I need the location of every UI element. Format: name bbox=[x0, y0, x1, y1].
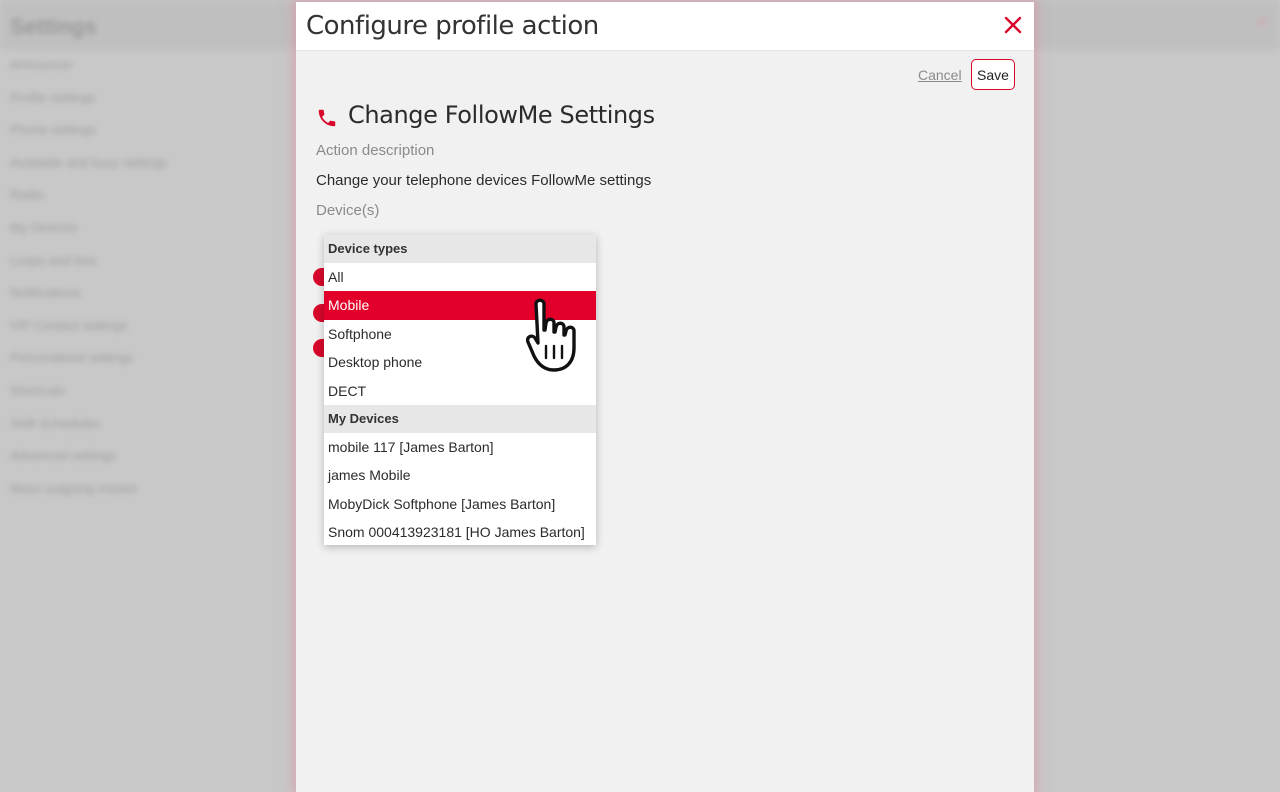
cancel-button[interactable]: Cancel bbox=[918, 67, 962, 83]
background-menu-item: Advanced settings bbox=[10, 448, 117, 464]
background-menu-item: Loops and lists bbox=[10, 252, 97, 268]
background-menu-item: Available and busy settings bbox=[10, 154, 168, 170]
action-title: Change FollowMe Settings bbox=[348, 101, 655, 129]
group-header-device-types: Device types bbox=[324, 235, 596, 263]
dialog-header: Configure profile action bbox=[296, 2, 1034, 51]
action-description-label: Action description bbox=[316, 142, 435, 159]
background-close-icon: ✕ bbox=[1254, 12, 1270, 32]
devices-label: Device(s) bbox=[316, 202, 380, 219]
background-menu-item: Profile settings bbox=[10, 89, 96, 105]
configure-profile-action-dialog: Configure profile action Cancel Save Cha… bbox=[296, 2, 1034, 792]
dialog-title: Configure profile action bbox=[306, 11, 599, 41]
option-device[interactable]: james Mobile bbox=[324, 461, 596, 489]
hand-pointer-icon bbox=[526, 298, 576, 372]
background-menu-item: Announcer bbox=[10, 57, 73, 72]
background-menu-item: Phone settings bbox=[10, 122, 97, 138]
background-menu: Announcer Profile settings Phone setting… bbox=[10, 55, 167, 511]
group-header-my-devices: My Devices bbox=[324, 404, 596, 433]
option-dect[interactable]: DECT bbox=[324, 377, 596, 405]
save-button[interactable]: Save bbox=[971, 59, 1015, 90]
background-menu-item: Notifications bbox=[10, 285, 81, 301]
device-dropdown-list[interactable]: Device types All Mobile Softphone Deskto… bbox=[324, 235, 596, 545]
background-menu-item: Shortcuts bbox=[10, 382, 65, 398]
background-menu-item: VIP Contact settings bbox=[10, 317, 128, 333]
option-device[interactable]: Snom 000413923181 [HO James Barton] bbox=[324, 518, 596, 545]
background-menu-item: Mass outgoing instant bbox=[10, 480, 137, 496]
background-title: Settings bbox=[10, 14, 97, 39]
option-device[interactable]: MobyDick Softphone [James Barton] bbox=[324, 490, 596, 518]
background-menu-item: Personalised settings bbox=[10, 350, 134, 366]
option-device[interactable]: mobile 117 [James Barton] bbox=[324, 433, 596, 461]
background-menu-item: Radio bbox=[10, 187, 44, 203]
background-menu-item: My Devices bbox=[10, 219, 78, 235]
close-icon[interactable] bbox=[1002, 14, 1024, 36]
option-all[interactable]: All bbox=[324, 263, 596, 291]
action-description-text: Change your telephone devices FollowMe s… bbox=[316, 172, 652, 189]
phone-icon bbox=[318, 109, 336, 127]
background-menu-item: Shift Schedules bbox=[10, 415, 101, 431]
